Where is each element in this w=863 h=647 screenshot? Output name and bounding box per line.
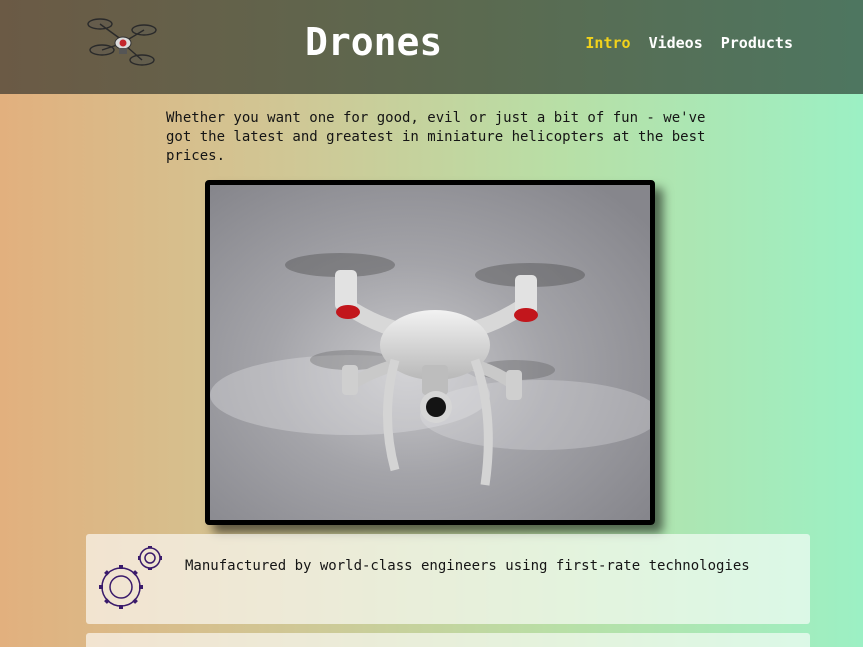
- feature-card-partial: [86, 633, 810, 647]
- feature-text: Manufactured by world-class engineers us…: [185, 558, 750, 574]
- nav-link-intro[interactable]: Intro: [585, 34, 630, 52]
- main-nav: Intro Videos Products: [585, 34, 793, 52]
- nav-link-products[interactable]: Products: [721, 34, 793, 52]
- drone-logo-icon[interactable]: [86, 12, 160, 72]
- nav-link-videos[interactable]: Videos: [649, 34, 703, 52]
- site-title: Drones: [305, 20, 443, 64]
- site-header: Drones Intro Videos Products: [0, 0, 863, 94]
- hero-drone-image: [205, 180, 655, 525]
- gears-icon: [96, 544, 166, 614]
- intro-text: Whether you want one for good, evil or j…: [166, 110, 706, 164]
- feature-card: Manufactured by world-class engineers us…: [86, 534, 810, 624]
